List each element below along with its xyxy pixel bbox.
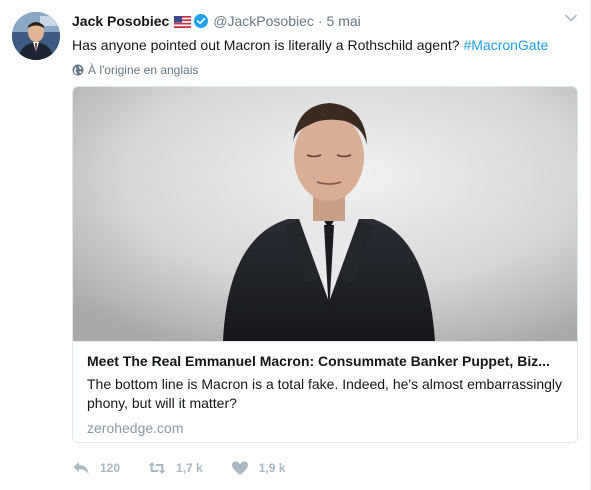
author-name[interactable]: Jack Posobiec <box>72 13 169 29</box>
tweet-text: Has anyone pointed out Macron is literal… <box>72 35 570 55</box>
reply-count: 120 <box>100 461 121 475</box>
like-count: 1,9 k <box>258 461 286 475</box>
globe-icon <box>72 64 84 76</box>
tweet-body: Has anyone pointed out Macron is literal… <box>72 37 464 53</box>
tweet-header: Jack Posobiec @JackPosobiec · 5 mai <box>72 11 550 31</box>
retweet-button[interactable]: 1,7 k <box>148 460 203 476</box>
heart-icon <box>231 461 248 475</box>
verified-badge-icon <box>194 14 209 28</box>
translation-note: À l'origine en anglais <box>72 62 198 78</box>
tweet-actions: 120 1,7 k 1,9 k <box>72 458 313 478</box>
timestamp[interactable]: 5 mai <box>327 13 361 29</box>
retweet-icon <box>148 462 166 474</box>
hashtag-link[interactable]: #MacronGate <box>463 37 548 53</box>
card-image[interactable] <box>73 87 577 341</box>
separator-dot: · <box>317 13 323 29</box>
translation-label: À l'origine en anglais <box>88 63 199 77</box>
card-body[interactable]: Meet The Real Emmanuel Macron: Consummat… <box>73 341 577 442</box>
reply-button[interactable]: 120 <box>72 460 120 476</box>
avatar[interactable] <box>12 12 60 60</box>
link-card[interactable]: Meet The Real Emmanuel Macron: Consummat… <box>72 86 578 443</box>
retweet-count: 1,7 k <box>176 461 203 475</box>
tweet: Jack Posobiec @JackPosobiec · 5 mai Has … <box>0 0 591 490</box>
author-handle[interactable]: @JackPosobiec <box>213 13 314 29</box>
card-title[interactable]: Meet The Real Emmanuel Macron: Consummat… <box>87 352 563 370</box>
chevron-down-icon[interactable] <box>564 11 578 25</box>
card-domain: zerohedge.com <box>87 420 184 436</box>
like-button[interactable]: 1,9 k <box>231 460 286 476</box>
avatar-image <box>12 12 60 60</box>
card-description: The bottom line is Macron is a total fak… <box>87 376 563 411</box>
us-flag-icon <box>174 15 192 28</box>
reply-icon <box>73 462 89 474</box>
